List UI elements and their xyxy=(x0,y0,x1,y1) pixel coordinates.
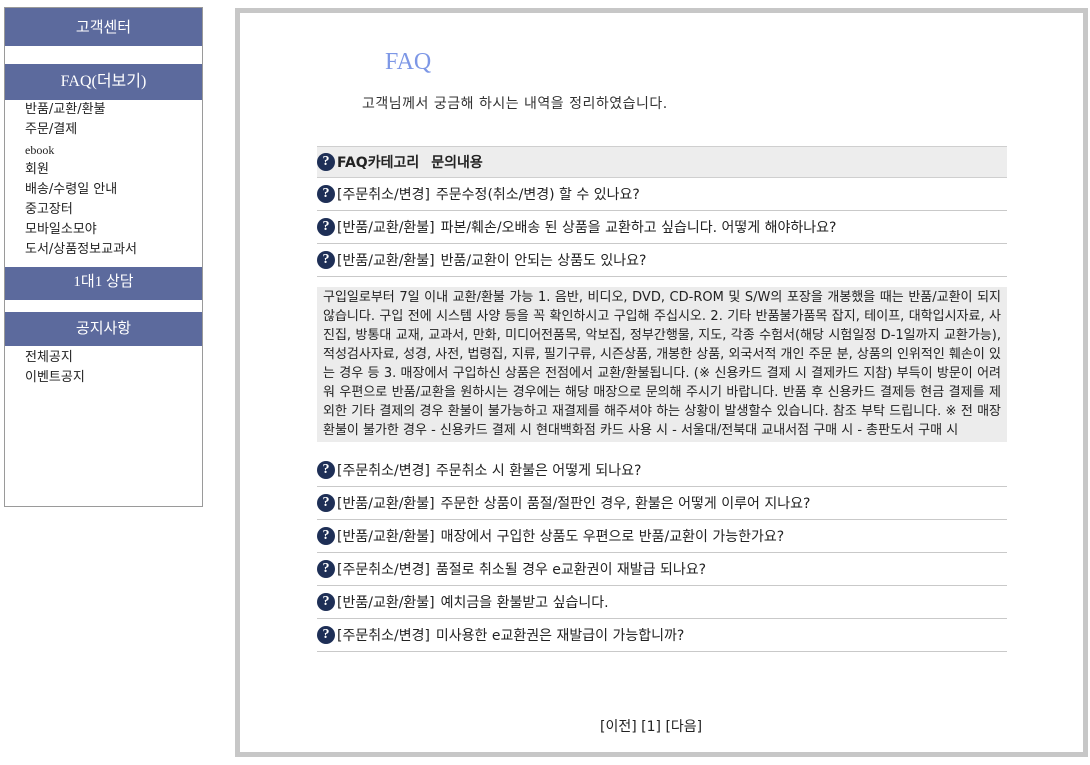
faq-more-header[interactable]: FAQ(더보기) xyxy=(5,64,202,100)
faq-row-category: [반품/교환/환불] xyxy=(337,496,435,512)
question-icon: ? xyxy=(317,494,335,512)
faq-row[interactable]: ? [반품/교환/환불] 주문한 상품이 품절/절판인 경우, 환불은 어떻게 … xyxy=(317,487,1007,520)
faq-answer: 구입일로부터 7일 이내 교환/환불 가능 1. 음반, 비디오, DVD, C… xyxy=(317,287,1007,442)
question-icon: ? xyxy=(317,218,335,236)
faq-row-question: 주문한 상품이 품절/절판인 경우, 환불은 어떻게 이루어 지나요? xyxy=(440,496,811,512)
faq-row-category: [주문취소/변경] xyxy=(337,562,430,578)
sidebar-item-textbook[interactable]: 도서/상품정보교과서 xyxy=(25,240,137,260)
faq-row-category: [반품/교환/환불] xyxy=(337,253,435,269)
page-1-link[interactable]: [1] xyxy=(641,719,661,735)
sidebar-item-event-notices[interactable]: 이벤트공지 xyxy=(25,368,85,388)
faq-row-question: 미사용한 e교환권은 재발급이 가능합니까? xyxy=(435,628,685,644)
question-icon: ? xyxy=(317,527,335,545)
page-subtitle: 고객님께서 궁금해 하시는 내역을 정리하였습니다. xyxy=(362,96,668,112)
faq-row-category: [반품/교환/환불] xyxy=(337,595,435,611)
faq-row-category: [주문취소/변경] xyxy=(337,463,430,479)
faq-row-question: 주문수정(취소/변경) 할 수 있나요? xyxy=(435,187,640,203)
faq-row[interactable]: ? [반품/교환/환불] 매장에서 구입한 상품도 우편으로 반품/교환이 가능… xyxy=(317,520,1007,553)
sidebar-item-return-exchange-refund[interactable]: 반품/교환/환불 xyxy=(25,100,137,120)
faq-row[interactable]: ? [주문취소/변경] 주문수정(취소/변경) 할 수 있나요? xyxy=(317,178,1007,211)
faq-row-question: 매장에서 구입한 상품도 우편으로 반품/교환이 가능한가요? xyxy=(440,529,785,545)
faq-row[interactable]: ? [주문취소/변경] 주문취소 시 환불은 어떻게 되나요? xyxy=(317,454,1007,487)
sidebar-item-mobile[interactable]: 모바일소모야 xyxy=(25,220,137,240)
notice-list: 전체공지 이벤트공지 xyxy=(25,348,85,388)
faq-row-category: [주문취소/변경] xyxy=(337,187,430,203)
sidebar-item-all-notices[interactable]: 전체공지 xyxy=(25,348,85,368)
sidebar-item-delivery[interactable]: 배송/수령일 안내 xyxy=(25,180,137,200)
main-content: FAQ 고객님께서 궁금해 하시는 내역을 정리하였습니다. ? FAQ카테고리… xyxy=(240,13,1083,752)
question-icon: ? xyxy=(317,153,335,171)
pagination: [이전] [1] [다음] xyxy=(600,716,702,736)
sidebar: 고객센터 FAQ(더보기) 반품/교환/환불 주문/결제 ebook 회원 배송… xyxy=(4,7,203,507)
faq-row-question: 품절로 취소될 경우 e교환권이 재발급 되나요? xyxy=(435,562,707,578)
customer-center-header[interactable]: 고객센터 xyxy=(5,8,202,46)
notice-header[interactable]: 공지사항 xyxy=(5,312,202,346)
faq-row-question: 파본/훼손/오배송 된 상품을 교환하고 싶습니다. 어떻게 해야하나요? xyxy=(440,220,837,236)
question-icon: ? xyxy=(317,185,335,203)
faq-row[interactable]: ? [반품/교환/환불] 반품/교환이 안되는 상품도 있나요? xyxy=(317,244,1007,277)
faq-row-category: [반품/교환/환불] xyxy=(337,529,435,545)
question-icon: ? xyxy=(317,461,335,479)
faq-category-list: 반품/교환/환불 주문/결제 ebook 회원 배송/수령일 안내 중고장터 모… xyxy=(25,100,137,260)
sidebar-item-member[interactable]: 회원 xyxy=(25,160,137,180)
faq-row-question: 예치금을 환불받고 싶습니다. xyxy=(440,595,609,611)
header-category: FAQ카테고리 xyxy=(337,155,420,171)
faq-row[interactable]: ? [반품/교환/환불] 파본/훼손/오배송 된 상품을 교환하고 싶습니다. … xyxy=(317,211,1007,244)
question-icon: ? xyxy=(317,626,335,644)
prev-page-link[interactable]: [이전] xyxy=(600,719,637,735)
question-icon: ? xyxy=(317,251,335,269)
main-frame: FAQ 고객님께서 궁금해 하시는 내역을 정리하였습니다. ? FAQ카테고리… xyxy=(235,8,1088,757)
faq-row[interactable]: ? [반품/교환/환불] 예치금을 환불받고 싶습니다. xyxy=(317,586,1007,619)
question-icon: ? xyxy=(317,593,335,611)
faq-row-category: [반품/교환/환불] xyxy=(337,220,435,236)
header-question: 문의내용 xyxy=(431,155,483,171)
faq-row[interactable]: ? [주문취소/변경] 품절로 취소될 경우 e교환권이 재발급 되나요? xyxy=(317,553,1007,586)
sidebar-item-ebook[interactable]: ebook xyxy=(25,140,137,160)
faq-table: ? FAQ카테고리 문의내용 ? [주문취소/변경] 주문수정(취소/변경) 할… xyxy=(317,146,1007,652)
faq-table-header: ? FAQ카테고리 문의내용 xyxy=(317,146,1007,178)
faq-row-question: 주문취소 시 환불은 어떻게 되나요? xyxy=(435,463,642,479)
faq-row[interactable]: ? [주문취소/변경] 미사용한 e교환권은 재발급이 가능합니까? xyxy=(317,619,1007,652)
one-on-one-header[interactable]: 1대1 상담 xyxy=(5,267,202,300)
sidebar-item-used-market[interactable]: 중고장터 xyxy=(25,200,137,220)
question-icon: ? xyxy=(317,560,335,578)
next-page-link[interactable]: [다음] xyxy=(665,719,702,735)
sidebar-item-order-payment[interactable]: 주문/결제 xyxy=(25,120,137,140)
faq-row-question: 반품/교환이 안되는 상품도 있나요? xyxy=(440,253,647,269)
page-title: FAQ xyxy=(385,49,432,75)
faq-row-category: [주문취소/변경] xyxy=(337,628,430,644)
